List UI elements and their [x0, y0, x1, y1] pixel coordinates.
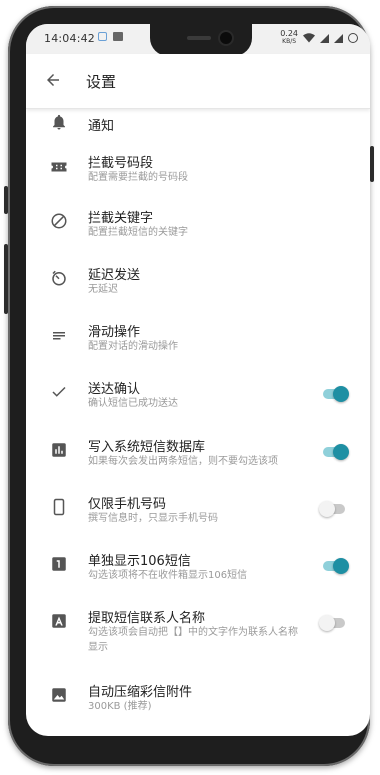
setting-label: 拦截关键字 — [88, 211, 154, 226]
setting-description: 确认短信已成功送达 — [88, 398, 178, 409]
setting-label: 通知 — [88, 119, 115, 134]
setting-block-number-range[interactable]: 拦截号码段 配置需要拦截的号码段 — [26, 137, 370, 194]
volume-button — [4, 244, 8, 314]
setting-description: 撰写信息时，只显示手机号码 — [88, 513, 218, 524]
battery-icon — [348, 33, 358, 43]
signal-icon-2 — [334, 33, 343, 43]
toggle-knob — [319, 501, 335, 517]
power-button — [370, 146, 374, 182]
timer-icon — [52, 270, 66, 286]
setting-label: 自动压缩彩信附件 — [88, 685, 193, 700]
setting-description: 勾选该项将不在收件箱显示106短信 — [88, 570, 248, 581]
setting-label: 写入系统短信数据库 — [88, 440, 206, 455]
toggle-knob — [333, 386, 349, 402]
setting-description: 无延迟 — [88, 284, 118, 295]
network-speed-value: 0.24 — [280, 29, 298, 38]
status-time: 14:04:42 — [44, 32, 96, 45]
image-icon — [52, 688, 66, 702]
setting-delayed-send[interactable]: 延迟发送 无延迟 — [26, 251, 370, 308]
app-bar: 设置 — [26, 54, 370, 109]
notch — [150, 24, 252, 56]
extract-contact-name-toggle[interactable] — [319, 615, 345, 631]
alert-slider — [4, 186, 8, 214]
number-one-icon — [52, 557, 66, 571]
page-title: 设置 — [86, 73, 117, 91]
setting-mobile-only[interactable]: 仅限手机号码 撰写信息时，只显示手机号码 — [26, 480, 370, 537]
setting-label: 延迟发送 — [88, 268, 141, 283]
setting-description: 配置需要拦截的号码段 — [88, 172, 188, 183]
setting-description: 配置对话的滑动操作 — [88, 341, 178, 352]
phone-icon — [53, 498, 65, 516]
image-notification-icon — [113, 32, 123, 41]
write-system-db-toggle[interactable] — [323, 444, 349, 460]
setting-block-keywords[interactable]: 拦截关键字 配置拦截短信的关键字 — [26, 194, 370, 251]
setting-label: 滑动操作 — [88, 325, 141, 340]
bell-icon — [53, 114, 65, 130]
wifi-icon — [303, 33, 315, 43]
setting-delivery-confirmation[interactable]: 送达确认 确认短信已成功送达 — [26, 365, 370, 423]
back-arrow-icon[interactable] — [44, 71, 62, 89]
setting-separate-106[interactable]: 单独显示106短信 勾选该项将不在收件箱显示106短信 — [26, 537, 370, 594]
setting-extract-contact-name[interactable]: 提取短信联系人名称 勾选该项会自动把【】中的文字作为联系人名称显示 — [26, 594, 370, 668]
setting-notifications[interactable]: 通知 — [26, 109, 370, 137]
status-right-icons: 0.24 KB/S — [280, 30, 358, 46]
signal-icon — [320, 33, 329, 43]
short-text-icon — [53, 332, 65, 340]
setting-label: 拦截号码段 — [88, 156, 154, 171]
setting-label: 单独显示106短信 — [88, 554, 191, 569]
setting-write-system-db[interactable]: 写入系统短信数据库 如果每次会发出两条短信，则不要勾选该项 — [26, 423, 370, 480]
separate-106-toggle[interactable] — [323, 558, 349, 574]
setting-label: 提取短信联系人名称 — [88, 611, 206, 626]
toggle-knob — [333, 558, 349, 574]
bar-chart-icon — [52, 443, 66, 457]
setting-description: 300KB (推荐) — [88, 701, 152, 712]
setting-description: 如果每次会发出两条短信，则不要勾选该项 — [88, 456, 278, 467]
network-speed-unit: KB/S — [282, 38, 297, 45]
block-icon — [51, 213, 67, 229]
front-camera — [220, 32, 232, 44]
letter-a-icon — [52, 614, 66, 628]
check-icon — [52, 386, 66, 397]
setting-label: 仅限手机号码 — [88, 497, 167, 512]
earpiece — [187, 36, 211, 40]
ticket-icon — [51, 162, 67, 172]
setting-label: 送达确认 — [88, 382, 141, 397]
calendar-notification-icon — [98, 32, 107, 41]
setting-description: 配置拦截短信的关键字 — [88, 227, 188, 238]
delivery-confirmation-toggle[interactable] — [323, 386, 349, 402]
setting-mms-compression[interactable]: 自动压缩彩信附件 300KB (推荐) — [26, 668, 370, 725]
settings-list: 通知 拦截号码段 配置需要拦截的号码段 拦截关键字 配置拦截短信的关键字 延迟发… — [26, 109, 370, 725]
network-speed: 0.24 KB/S — [280, 30, 298, 46]
phone-frame: 14:04:42 0.24 KB/S 设置 通知 拦截号码段 配置需要拦截的号码… — [4, 6, 374, 766]
setting-description: 勾选该项会自动把【】中的文字作为联系人名称显示 — [88, 627, 298, 653]
status-bar: 14:04:42 0.24 KB/S — [26, 24, 370, 56]
mobile-only-toggle[interactable] — [319, 501, 345, 517]
toggle-knob — [333, 444, 349, 460]
toggle-knob — [319, 615, 335, 631]
status-notification-icons — [98, 32, 123, 41]
setting-swipe-actions[interactable]: 滑动操作 配置对话的滑动操作 — [26, 308, 370, 365]
screen: 14:04:42 0.24 KB/S 设置 通知 拦截号码段 配置需要拦截的号码… — [26, 24, 370, 736]
